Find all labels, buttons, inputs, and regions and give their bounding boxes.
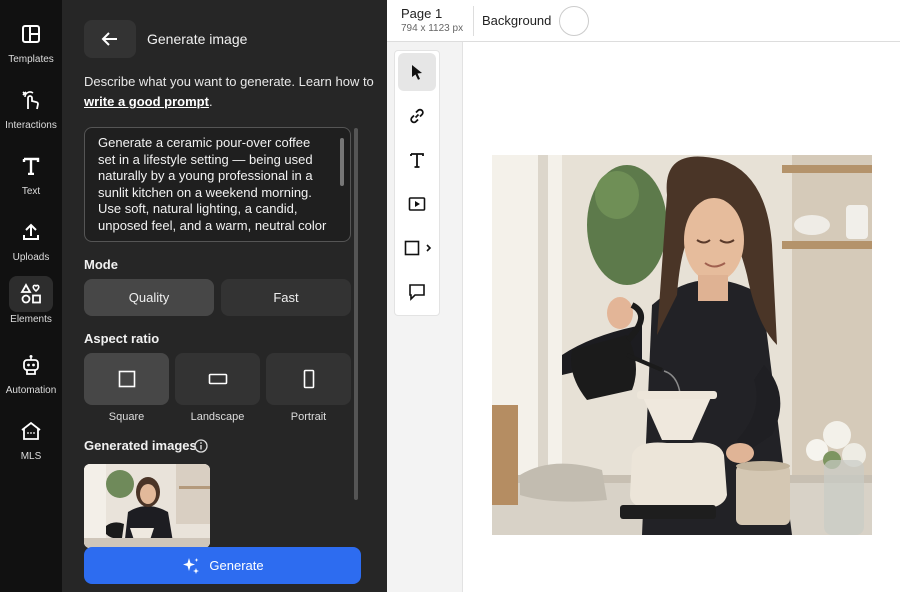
robot-icon	[9, 347, 53, 383]
rail-item-mls[interactable]: MLS	[0, 411, 62, 473]
prompt-guide-link[interactable]: write a good prompt	[84, 94, 209, 109]
rail-item-automation[interactable]: Automation	[0, 345, 62, 407]
elements-icon	[9, 276, 53, 312]
aspect-landscape-button[interactable]	[175, 353, 260, 405]
page-label[interactable]: Page 1	[401, 6, 442, 21]
text-tool[interactable]	[398, 141, 436, 179]
panel-scrollbar[interactable]	[354, 128, 358, 500]
aspect-portrait-button[interactable]	[266, 353, 351, 405]
square-icon	[118, 370, 135, 388]
rail-label: Automation	[5, 385, 57, 396]
templates-icon	[9, 16, 53, 52]
rail-label: MLS	[20, 451, 42, 462]
topbar-divider	[473, 6, 474, 36]
rail-label: Elements	[10, 314, 52, 325]
aspect-ratio-label: Aspect ratio	[84, 331, 160, 346]
rail-item-text[interactable]: Text	[0, 146, 62, 208]
rail-item-templates[interactable]: Templates	[0, 14, 62, 76]
canvas-toolbar	[394, 50, 440, 316]
back-button[interactable]	[84, 20, 136, 58]
generate-image-panel: Generate image Describe what you want to…	[62, 0, 387, 592]
video-icon	[408, 197, 426, 211]
background-color-swatch[interactable]	[559, 6, 589, 36]
video-tool[interactable]	[398, 185, 436, 223]
text-icon	[410, 153, 424, 168]
select-tool[interactable]	[398, 53, 436, 91]
prompt-textarea[interactable]: Generate a ceramic pour-over coffee set …	[84, 127, 351, 242]
shape-icon	[404, 240, 432, 256]
canvas-topbar: Page 1 794 x 1123 px Background	[387, 0, 900, 42]
canvas-image[interactable]	[492, 155, 872, 535]
interactions-icon	[9, 82, 53, 118]
rail-label: Templates	[8, 54, 54, 65]
comment-icon	[409, 284, 425, 301]
text-icon	[9, 148, 53, 184]
generated-images-label: Generated images	[84, 438, 197, 453]
mode-label: Mode	[84, 257, 118, 272]
mode-fast-button[interactable]: Fast	[221, 279, 351, 316]
comment-tool[interactable]	[398, 273, 436, 311]
link-icon	[410, 108, 424, 124]
prompt-text: Generate a ceramic pour-over coffee set …	[98, 135, 327, 233]
description-text: Describe what you want to generate. Lear…	[84, 74, 374, 89]
panel-title: Generate image	[147, 31, 248, 47]
sparkle-icon	[183, 557, 200, 574]
rail-label: Text	[21, 186, 41, 197]
generate-button[interactable]: Generate	[84, 547, 361, 584]
prompt-scrollbar[interactable]	[340, 138, 344, 186]
left-rail: Templates Interactions Text Uploads Elem…	[0, 0, 62, 592]
aspect-portrait-label: Portrait	[290, 411, 327, 423]
description-suffix: .	[208, 94, 213, 109]
rail-label: Uploads	[12, 252, 50, 263]
generated-image-thumbnail[interactable]	[84, 464, 210, 548]
generate-button-label: Generate	[209, 558, 264, 573]
link-tool[interactable]	[398, 97, 436, 135]
aspect-landscape-label: Landscape	[190, 411, 245, 423]
rail-item-uploads[interactable]: Uploads	[0, 212, 62, 274]
pointer-icon	[412, 65, 422, 80]
background-label: Background	[482, 13, 552, 28]
portrait-icon	[303, 369, 314, 389]
panel-description: Describe what you want to generate. Lear…	[84, 72, 374, 112]
house-icon	[9, 413, 53, 449]
aspect-square-button[interactable]	[84, 353, 169, 405]
mode-quality-button[interactable]: Quality	[84, 279, 214, 316]
shape-tool[interactable]	[398, 229, 440, 267]
aspect-square-label: Square	[108, 411, 145, 423]
rail-item-interactions[interactable]: Interactions	[0, 80, 62, 142]
rail-label: Interactions	[5, 120, 57, 131]
arrow-left-icon	[101, 32, 117, 46]
upload-icon	[9, 214, 53, 250]
landscape-icon	[208, 373, 227, 385]
page-size: 794 x 1123 px	[401, 23, 464, 34]
info-icon[interactable]	[194, 439, 208, 453]
rail-item-elements[interactable]: Elements	[0, 274, 62, 336]
